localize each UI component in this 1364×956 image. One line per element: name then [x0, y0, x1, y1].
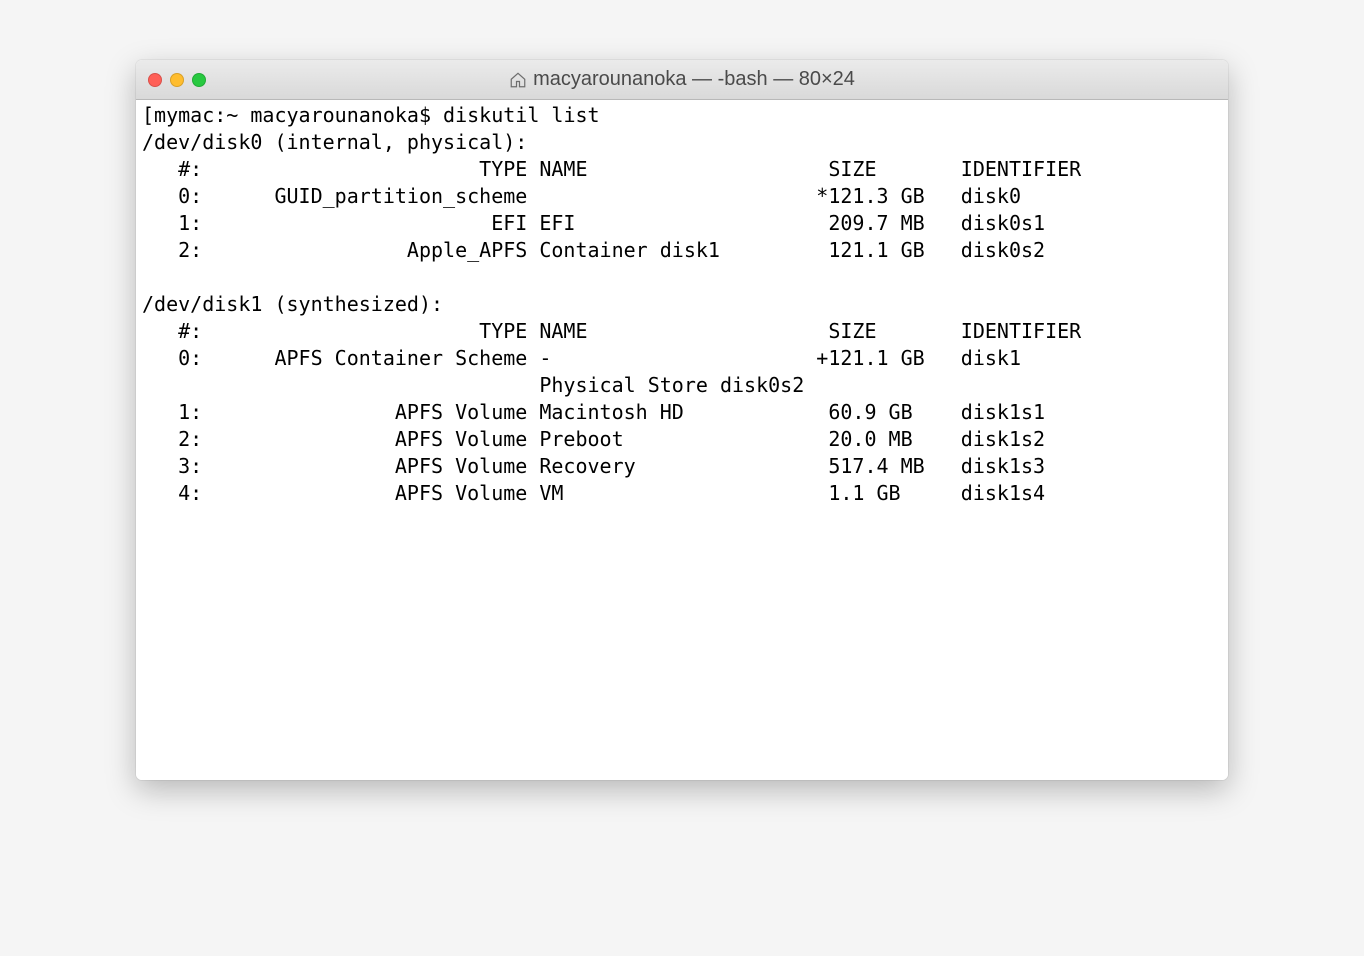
disk1-row-4: 4: APFS Volume VM 1.1 GB disk1s4	[142, 481, 1045, 505]
close-button[interactable]	[148, 73, 162, 87]
disk1-row-1: 1: APFS Volume Macintosh HD 60.9 GB disk…	[142, 400, 1045, 424]
terminal-output[interactable]: [mymac:~ macyarounanoka$ diskutil list /…	[136, 100, 1228, 780]
prompt: [mymac:~ macyarounanoka$	[142, 103, 443, 127]
disk1-row-3: 3: APFS Volume Recovery 517.4 MB disk1s3	[142, 454, 1045, 478]
window-title-group: macyarounanoka — -bash — 80×24	[136, 68, 1228, 91]
disk1-physical-store: Physical Store disk0s2	[142, 373, 804, 397]
disk0-header: /dev/disk0 (internal, physical):	[142, 130, 527, 154]
disk1-columns: #: TYPE NAME SIZE IDENTIFIER	[142, 319, 1081, 343]
traffic-lights	[148, 73, 206, 87]
disk1-row-2: 2: APFS Volume Preboot 20.0 MB disk1s2	[142, 427, 1045, 451]
minimize-button[interactable]	[170, 73, 184, 87]
zoom-button[interactable]	[192, 73, 206, 87]
disk0-row-2: 2: Apple_APFS Container disk1 121.1 GB d…	[142, 238, 1045, 262]
disk1-header: /dev/disk1 (synthesized):	[142, 292, 443, 316]
window-title: macyarounanoka — -bash — 80×24	[533, 68, 855, 91]
disk0-row-0: 0: GUID_partition_scheme *121.3 GB disk0	[142, 184, 1021, 208]
titlebar[interactable]: macyarounanoka — -bash — 80×24	[136, 60, 1228, 100]
disk1-row-0: 0: APFS Container Scheme - +121.1 GB dis…	[142, 346, 1021, 370]
command: diskutil list	[443, 103, 600, 127]
disk0-row-1: 1: EFI EFI 209.7 MB disk0s1	[142, 211, 1045, 235]
home-icon	[509, 71, 527, 89]
terminal-window: macyarounanoka — -bash — 80×24 [mymac:~ …	[136, 60, 1228, 780]
disk0-columns: #: TYPE NAME SIZE IDENTIFIER	[142, 157, 1081, 181]
